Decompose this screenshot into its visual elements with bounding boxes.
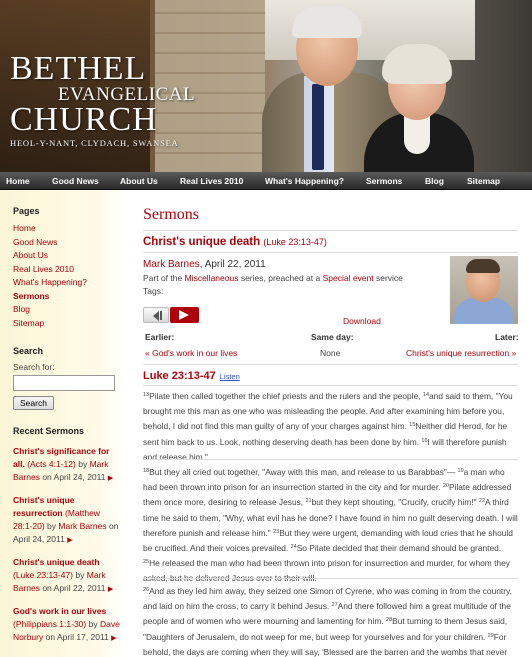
passage-paragraph: 18But they all cried out together, "Away… (143, 467, 518, 583)
header-banner: BETHEL EVANGELICAL CHURCH HEOL-Y-NANT, C… (0, 0, 532, 172)
nav-whats-happening[interactable]: What's Happening? (265, 176, 344, 186)
nav-sermons[interactable]: Sermons (366, 176, 402, 186)
play-arrow-icon[interactable]: ▶ (108, 475, 113, 482)
main-nav: Home Good News About Us Real Lives 2010 … (0, 172, 532, 190)
download-link[interactable]: Download (343, 316, 381, 326)
search-heading: Search (13, 346, 44, 356)
sidebar: Pages Home Good News About Us Real Lives… (0, 190, 125, 657)
sermon-title: Christ's unique death (Luke 23:13-47) (143, 236, 327, 248)
logo-line-1: BETHEL (10, 50, 147, 87)
pages-heading: Pages (13, 206, 40, 216)
recent-sermon-item: God's work in our lives (Philippians 1:1… (13, 606, 120, 642)
preacher-link[interactable]: Mark Barnes (143, 259, 200, 270)
church-logo[interactable]: BETHEL EVANGELICAL CHURCH HEOL-Y-NANT, C… (10, 50, 195, 149)
sidebar-item-blog[interactable]: Blog (13, 303, 125, 317)
sidebar-item-whats-happening[interactable]: What's Happening? (13, 276, 125, 290)
passage-heading: Luke 23:13-47 Listen (143, 370, 240, 382)
passage-paragraph: 26And as they led him away, they seized … (143, 586, 512, 657)
nav-real-lives[interactable]: Real Lives 2010 (180, 176, 243, 186)
passage-paragraph: 13Pilate then called together the chief … (143, 391, 513, 462)
sermon-tags: Tags: (143, 286, 164, 296)
play-arrow-icon[interactable]: ▶ (108, 586, 113, 593)
sidebar-item-home[interactable]: Home (13, 222, 125, 236)
sermon-date: , April 22, 2011 (199, 259, 266, 270)
recent-sermon-ref[interactable]: (Acts 4:1-12) (27, 459, 76, 469)
logo-address: HEOL-Y-NANT, CLYDACH, SWANSEA (10, 138, 179, 148)
same-day-value: None (320, 348, 341, 358)
volume-icon[interactable] (143, 307, 169, 323)
earlier-label: Earlier: (145, 332, 175, 342)
recent-sermon-ref[interactable]: (Philippians 1:1-30) (13, 619, 86, 629)
later-label: Later: (495, 332, 519, 342)
sidebar-item-sitemap[interactable]: Sitemap (13, 317, 125, 331)
recent-sermon-ref[interactable]: (Luke 23:13-47) (13, 570, 73, 580)
play-arrow-icon[interactable]: ▶ (111, 635, 116, 642)
audio-player (143, 307, 199, 323)
recent-sermon-item: Christ's unique resurrection (Matthew 28… (13, 495, 119, 544)
same-day-label: Same day: (311, 332, 354, 342)
series-link[interactable]: Miscellaneous (185, 273, 239, 283)
recent-sermon-preacher[interactable]: Mark Barnes (58, 521, 106, 531)
sidebar-item-real-lives[interactable]: Real Lives 2010 (13, 263, 125, 277)
sermon-series: Part of the Miscellaneous series, preach… (143, 273, 403, 283)
logo-line-3: CHURCH (10, 101, 158, 138)
recent-sermon-item: Christ's unique death (Luke 23:13-47) by… (13, 557, 114, 593)
play-button[interactable] (170, 307, 199, 323)
later-sermon-link[interactable]: Christ's unique resurrection » (406, 348, 516, 358)
recent-sermon-item: Christ's significance for all. (Acts 4:1… (13, 446, 114, 482)
recent-sermon-title[interactable]: God's work in our lives (13, 606, 106, 616)
nav-about-us[interactable]: About Us (120, 176, 158, 186)
sidebar-item-about-us[interactable]: About Us (13, 249, 125, 263)
sermon-ref: (Luke 23:13-47) (263, 237, 327, 247)
sidebar-item-sermons[interactable]: Sermons (13, 290, 125, 304)
nav-blog[interactable]: Blog (425, 176, 444, 186)
service-link[interactable]: Special event (323, 273, 374, 283)
recent-sermon-title[interactable]: Christ's unique death (13, 557, 100, 567)
nav-sitemap[interactable]: Sitemap (467, 176, 500, 186)
nav-good-news[interactable]: Good News (52, 176, 99, 186)
recent-sermons-heading: Recent Sermons (13, 426, 85, 436)
earlier-sermon-link[interactable]: « God's work in our lives (145, 348, 237, 358)
preacher-photo (450, 256, 518, 324)
page-title: Sermons (143, 206, 199, 223)
search-input[interactable] (13, 375, 115, 391)
sermon-speaker: Mark Barnes, April 22, 2011 (143, 259, 266, 270)
sidebar-item-good-news[interactable]: Good News (13, 236, 125, 250)
nav-home[interactable]: Home (6, 176, 30, 186)
search-button[interactable]: Search (13, 396, 54, 410)
search-label: Search for: (13, 362, 55, 372)
play-arrow-icon[interactable]: ▶ (67, 537, 72, 544)
listen-link[interactable]: Listen (220, 372, 240, 381)
